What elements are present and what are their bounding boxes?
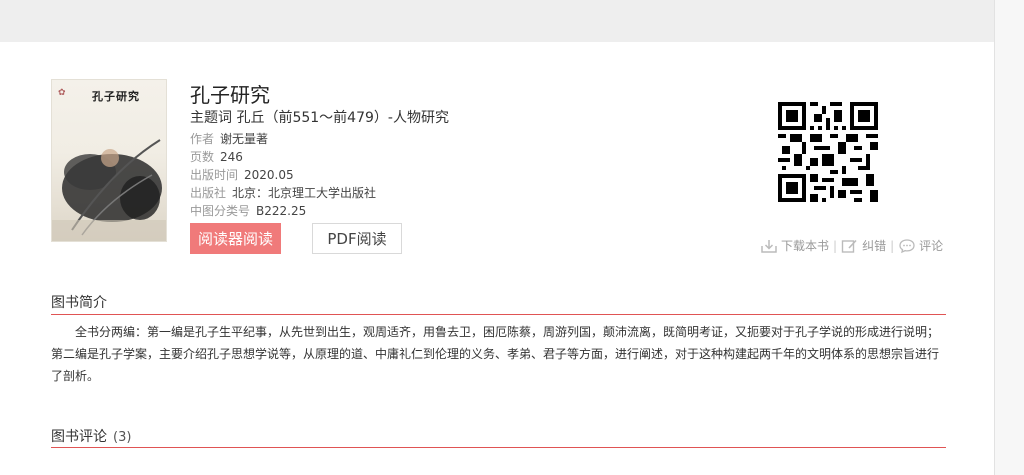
meta-label: 出版社	[190, 186, 227, 200]
comment-link[interactable]: 评论	[898, 237, 943, 254]
meta-classification: 中图分类号 B222.25	[190, 202, 306, 219]
download-icon	[761, 239, 777, 253]
intro-divider	[51, 314, 946, 315]
scrollbar-track[interactable]	[994, 0, 1024, 475]
pdf-read-button[interactable]: PDF阅读	[312, 223, 402, 254]
meta-value: 2020.05	[244, 168, 294, 182]
intro-body: 全书分两编：第一编是孔子生平纪事，从先世到出生，观周适齐，用鲁去卫，困厄陈蔡，周…	[51, 321, 946, 387]
correct-label: 纠错	[862, 239, 887, 253]
top-strip	[0, 0, 1024, 42]
divider: |	[833, 238, 838, 253]
book-cover-image[interactable]: ✿ 孔子研究	[51, 79, 167, 242]
book-title: 孔子研究	[190, 83, 270, 107]
download-book-link[interactable]: 下载本书	[760, 237, 829, 254]
book-detail-card: ✿ 孔子研究 孔子研究 主题词 孔丘（前551～前479）-人物研究 作者 谢无量…	[0, 42, 994, 475]
comment-label: 评论	[919, 239, 944, 253]
divider: |	[890, 238, 895, 253]
comment-icon	[899, 238, 915, 253]
reviews-count: (3)	[113, 430, 132, 445]
meta-label: 中图分类号	[190, 204, 251, 218]
cover-lotus-painting	[52, 139, 166, 241]
edit-icon	[841, 239, 857, 253]
reviews-divider	[51, 447, 946, 448]
meta-label: 页数	[190, 150, 215, 164]
meta-label: 出版时间	[190, 168, 239, 182]
intro-text: 全书分两编：第一编是孔子生平纪事，从先世到出生，观周适齐，用鲁去卫，困厄陈蔡，周…	[51, 325, 940, 383]
meta-pages: 页数 246	[190, 148, 243, 165]
meta-value: 谢无量著	[220, 132, 269, 146]
download-label: 下载本书	[781, 239, 830, 253]
qr-code	[778, 102, 878, 202]
meta-value: 246	[220, 150, 243, 164]
meta-publisher: 出版社 北京：北京理工大学出版社	[190, 184, 376, 201]
book-actions: 下载本书 | 纠错 | 评论	[760, 237, 943, 254]
meta-value: B222.25	[256, 204, 307, 218]
meta-label: 作者	[190, 132, 215, 146]
book-subject: 主题词 孔丘（前551～前479）-人物研究	[190, 110, 449, 126]
meta-value: 北京：北京理工大学出版社	[232, 186, 377, 200]
meta-author: 作者 谢无量著	[190, 130, 268, 147]
intro-heading: 图书简介	[51, 295, 107, 311]
reviews-heading: 图书评论 (3)	[51, 426, 131, 446]
meta-publish-date: 出版时间 2020.05	[190, 166, 294, 183]
reviews-title: 图书评论	[51, 429, 107, 445]
reader-read-button[interactable]: 阅读器阅读	[190, 223, 281, 254]
correct-error-link[interactable]: 纠错	[841, 237, 886, 254]
